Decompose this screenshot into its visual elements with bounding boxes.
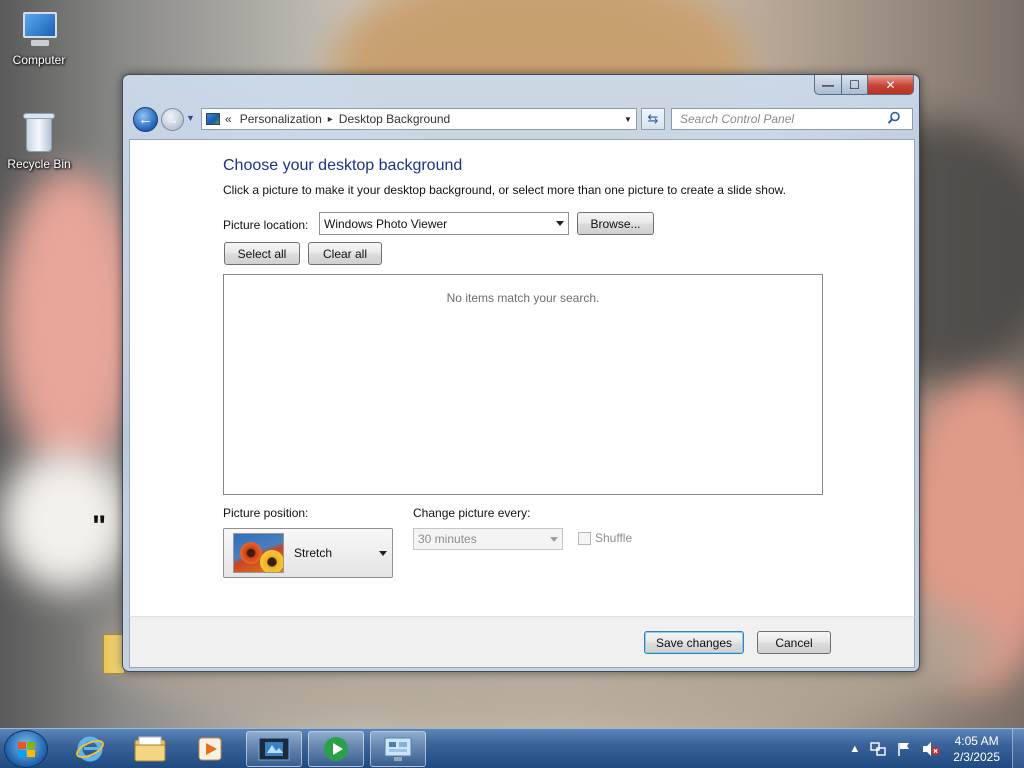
chevron-down-icon: ▼ (624, 114, 632, 124)
system-clock[interactable]: 4:05 AM 2/3/2025 (953, 733, 1000, 765)
start-button[interactable] (4, 730, 48, 768)
page-description: Click a picture to make it your desktop … (223, 183, 786, 197)
clock-date: 2/3/2025 (953, 750, 1000, 764)
change-picture-interval-value: 30 minutes (418, 532, 477, 546)
forward-button[interactable]: → (161, 108, 184, 131)
picture-position-value: Stretch (294, 546, 333, 560)
refresh-icon: ⇆ (647, 111, 659, 126)
back-button[interactable]: ← (133, 107, 158, 132)
maximize-button[interactable]: ☐ (842, 75, 868, 95)
wallpaper-text: " (92, 510, 107, 543)
show-desktop-button[interactable] (1012, 729, 1024, 768)
internet-explorer-icon (76, 736, 104, 762)
control-panel-window: — ☐ ✕ ← → ▼ « Personalization ▸ Desktop … (122, 74, 920, 672)
save-changes-button[interactable]: Save changes (644, 631, 744, 654)
picture-location-dropdown[interactable]: Windows Photo Viewer (319, 212, 569, 235)
recent-pages-button[interactable]: ▼ (186, 113, 195, 123)
clock-time: 4:05 AM (954, 734, 999, 748)
taskbar: ▲ 4:05 AM 2/3/2025 (0, 728, 1024, 768)
cancel-button[interactable]: Cancel (757, 631, 831, 654)
breadcrumb-item-desktop-background[interactable]: Desktop Background (339, 112, 450, 126)
control-panel-icon (384, 737, 412, 761)
media-center-icon (324, 737, 348, 761)
window-controls: — ☐ ✕ (814, 75, 914, 95)
chevron-down-icon (556, 221, 564, 226)
shuffle-label: Shuffle (595, 531, 633, 545)
taskbar-media-center[interactable] (308, 731, 364, 767)
picture-position-label: Picture position: (223, 506, 309, 520)
page-title: Choose your desktop background (223, 157, 463, 174)
navigation-bar: ← → ▼ « Personalization ▸ Desktop Backgr… (131, 105, 913, 133)
arrow-left-icon: ← (138, 111, 153, 128)
control-panel-icon (206, 113, 220, 125)
action-center-flag-icon[interactable] (896, 741, 912, 757)
film-strip-icon (258, 737, 290, 761)
desktop-icon-label: Computer (12, 53, 66, 67)
desktop-icon-label: Recycle Bin (7, 157, 71, 171)
chevron-down-icon (550, 537, 558, 542)
chevron-down-icon: ▼ (186, 113, 195, 123)
picture-gallery[interactable]: No items match your search. (223, 274, 823, 495)
windows-logo-icon (18, 742, 35, 757)
taskbar-movie-maker[interactable] (246, 731, 302, 767)
refresh-button[interactable]: ⇆ (641, 108, 665, 130)
folder-icon (134, 736, 166, 762)
breadcrumb-item-personalization[interactable]: Personalization (240, 112, 322, 126)
breadcrumb-overflow[interactable]: « (225, 112, 232, 126)
desktop-icon-computer[interactable]: Computer (1, 10, 77, 67)
main-content: Choose your desktop background Click a p… (129, 139, 915, 616)
taskbar-media-player[interactable] (182, 731, 238, 767)
breadcrumb-separator-icon[interactable]: ▸ (328, 114, 333, 125)
dialog-footer: Save changes Cancel (129, 616, 915, 668)
arrow-right-icon: → (166, 112, 179, 127)
search-input[interactable]: Search Control Panel (671, 108, 913, 130)
minimize-button[interactable]: — (814, 75, 842, 95)
recycle-bin-icon (22, 112, 56, 154)
picture-location-label: Picture location: (223, 218, 309, 232)
change-picture-label: Change picture every: (413, 506, 531, 520)
notification-area: ▲ 4:05 AM 2/3/2025 (844, 729, 1024, 768)
gallery-empty-message: No items match your search. (446, 291, 600, 305)
flowers-thumbnail-icon (233, 533, 284, 573)
browse-button[interactable]: Browse... (577, 212, 654, 235)
change-picture-interval-dropdown[interactable]: 30 minutes (413, 528, 563, 550)
show-hidden-icons-button[interactable]: ▲ (849, 743, 860, 755)
shuffle-checkbox[interactable] (578, 532, 591, 545)
clear-all-button[interactable]: Clear all (308, 242, 382, 265)
taskbar-internet-explorer[interactable] (62, 731, 118, 767)
picture-position-dropdown[interactable]: Stretch (223, 528, 393, 578)
desktop-icon-recycle-bin[interactable]: Recycle Bin (1, 112, 77, 171)
close-button[interactable]: ✕ (868, 75, 914, 95)
search-icon[interactable] (887, 111, 901, 125)
picture-location-value: Windows Photo Viewer (324, 216, 448, 231)
address-dropdown-button[interactable]: ▼ (620, 109, 636, 129)
taskbar-control-panel[interactable] (370, 731, 426, 767)
select-all-button[interactable]: Select all (224, 242, 300, 265)
address-bar[interactable]: « Personalization ▸ Desktop Background ▼ (201, 108, 637, 130)
media-player-icon (198, 737, 222, 761)
taskbar-windows-explorer[interactable] (122, 731, 178, 767)
volume-muted-icon[interactable] (922, 741, 940, 757)
chevron-down-icon (379, 551, 387, 556)
network-icon[interactable] (870, 741, 886, 757)
computer-icon (17, 10, 61, 50)
